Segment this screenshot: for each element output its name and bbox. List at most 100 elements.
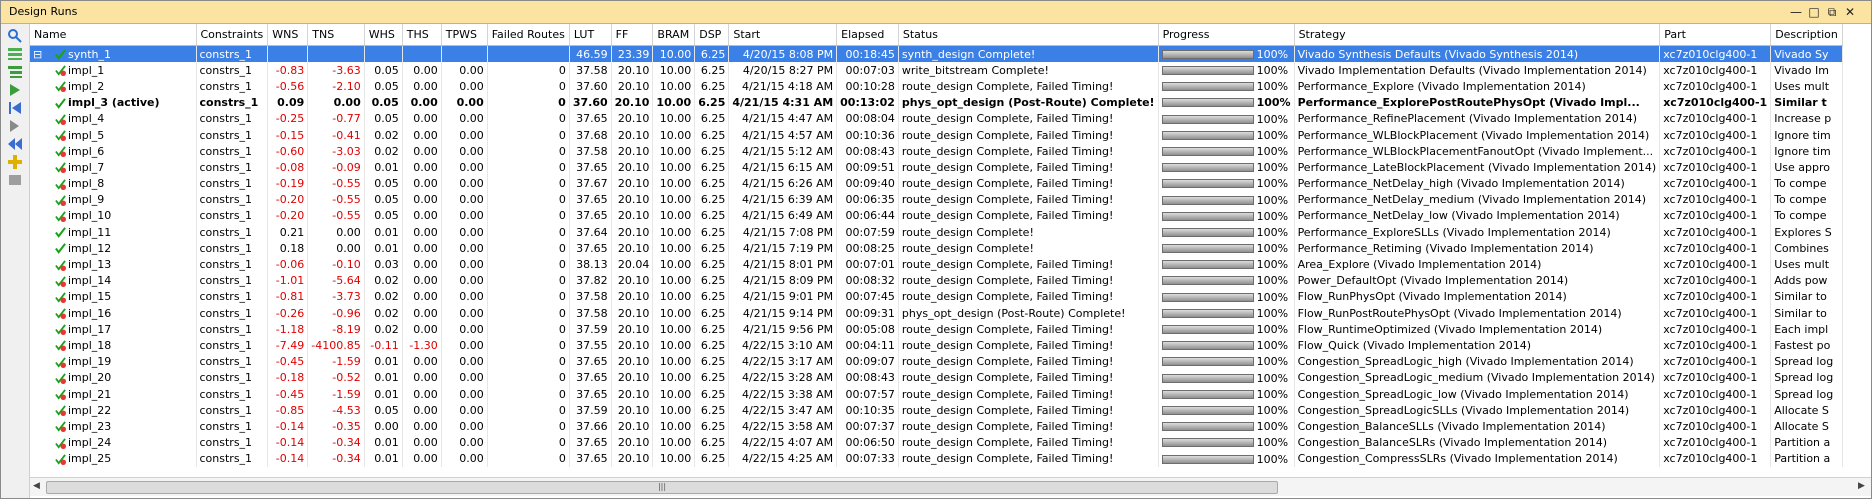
back-icon[interactable]: [7, 136, 23, 152]
run-name-label: impl_9: [68, 193, 105, 207]
maximize-icon[interactable]: □: [1806, 4, 1822, 20]
table-row[interactable]: impl_23 constrs_1 -0.14 -0.35 0.00 0.00 0.00 0 3…: [30, 418, 1843, 435]
first-icon[interactable]: [7, 100, 23, 116]
dsp-cell: 6.25: [694, 175, 730, 192]
column-header-start[interactable]: Start: [728, 24, 838, 46]
status-cell: route_design Complete, Failed Timing!: [898, 353, 1159, 370]
table-row[interactable]: impl_24 constrs_1 -0.14 -0.34 0.01 0.00 0.00 0 3…: [30, 434, 1843, 451]
progress-cell: 100%: [1158, 321, 1295, 338]
column-header-whs[interactable]: WHS: [364, 24, 403, 46]
forward-icon[interactable]: [7, 118, 23, 134]
desc-cell: Fastest po: [1770, 337, 1843, 354]
tns-cell: -0.77: [307, 110, 365, 127]
progress-cell: 100%: [1158, 337, 1295, 354]
table-row[interactable]: impl_14 constrs_1 -1.01 -5.64 0.02 0.00 0.00 0 3…: [30, 272, 1843, 289]
table-row[interactable]: impl_20 constrs_1 -0.18 -0.52 0.01 0.00 0.00 0 3…: [30, 369, 1843, 386]
report-icon[interactable]: [7, 172, 23, 188]
column-header-lut[interactable]: LUT: [569, 24, 612, 46]
column-header-elapsed[interactable]: Elapsed: [836, 24, 899, 46]
scrollbar-thumb[interactable]: |||: [46, 481, 1278, 494]
fr-cell: 0: [487, 78, 570, 95]
progress-cell: 100%: [1158, 288, 1295, 305]
collapse-toggle-icon[interactable]: ⊟: [33, 47, 55, 62]
table-row[interactable]: impl_8 constrs_1 -0.19 -0.55 0.05 0.00 0.00 0 37…: [30, 175, 1843, 192]
column-header-description[interactable]: Description: [1770, 24, 1843, 46]
table-row[interactable]: impl_25 constrs_1 -0.14 -0.34 0.01 0.00 0.00 0 3…: [30, 450, 1843, 467]
whs-cell: 0.02: [364, 143, 403, 160]
ff-cell: 20.10: [611, 110, 654, 127]
wns-cell: -0.15: [267, 126, 309, 144]
run-name-label: impl_8: [68, 177, 105, 191]
part-cell: xc7z010clg400-1: [1659, 369, 1772, 386]
column-header-status[interactable]: Status: [898, 24, 1159, 46]
tns-cell: -0.09: [307, 159, 365, 176]
column-header-ff[interactable]: FF: [611, 24, 654, 46]
cons-cell: constrs_1: [196, 191, 269, 208]
scroll-right-icon[interactable]: ▶: [1858, 481, 1865, 491]
table-row[interactable]: impl_11 constrs_1 0.21 0.00 0.01 0.00 0.00 0 37.…: [30, 224, 1843, 241]
column-header-tpws[interactable]: TPWS: [441, 24, 488, 46]
tpws-cell: 0.00: [441, 175, 488, 192]
dsp-cell: 6.25: [694, 288, 730, 305]
table-row[interactable]: impl_13 constrs_1 -0.06 -0.10 0.03 0.00 0.00 0 3…: [30, 256, 1843, 273]
cons-cell: constrs_1: [196, 385, 269, 403]
table-row[interactable]: impl_15 constrs_1 -0.81 -3.73 0.02 0.00 0.00 0 3…: [30, 288, 1843, 305]
table-row[interactable]: impl_3 (active) constrs_1 0.09 0.00 0.05 0.00…: [30, 94, 1843, 111]
table-row[interactable]: impl_16 constrs_1 -0.26 -0.96 0.02 0.00 0.00 0 3…: [30, 305, 1843, 322]
table-row[interactable]: impl_21 constrs_1 -0.45 -1.59 0.01 0.00 0.00 0 3…: [30, 385, 1843, 403]
horizontal-scrollbar[interactable]: ◀ ||| ▶: [30, 477, 1871, 496]
column-header-progress[interactable]: Progress: [1158, 24, 1295, 46]
ff-cell: 20.10: [611, 369, 654, 386]
ff-cell: 20.10: [611, 385, 654, 403]
column-header-failed-routes[interactable]: Failed Routes: [487, 24, 570, 46]
table-row[interactable]: impl_18 constrs_1 -7.49 -4100.85 -0.11 -1.30 0…: [30, 337, 1843, 354]
column-header-dsp[interactable]: DSP: [694, 24, 730, 46]
progress-bar: [1161, 49, 1254, 59]
table-row[interactable]: impl_4 constrs_1 -0.25 -0.77 0.05 0.00 0.00 0 37…: [30, 110, 1843, 127]
start-cell: 4/22/15 3:17 AM: [728, 353, 838, 370]
fr-cell: 0: [487, 110, 570, 127]
table-row[interactable]: impl_7 constrs_1 -0.08 -0.09 0.01 0.00 0.00 0 37…: [30, 159, 1843, 176]
scroll-left-icon[interactable]: ◀: [33, 481, 40, 491]
progress-cell: 100%: [1158, 402, 1295, 419]
next-icon[interactable]: [7, 82, 23, 98]
column-header-part[interactable]: Part: [1659, 24, 1772, 46]
column-header-name[interactable]: Name: [30, 24, 197, 46]
ths-cell: 0.00: [402, 224, 442, 241]
column-header-wns[interactable]: WNS: [267, 24, 309, 46]
table-row[interactable]: impl_19 constrs_1 -0.45 -1.59 0.01 0.00 0.00 0 3…: [30, 353, 1843, 370]
column-header-strategy[interactable]: Strategy: [1294, 24, 1661, 46]
column-header-constraints[interactable]: Constraints: [196, 24, 269, 46]
wns-cell: -0.14: [267, 434, 309, 451]
close-icon[interactable]: ✕: [1842, 4, 1858, 20]
table-row[interactable]: impl_22 constrs_1 -0.85 -4.53 0.05 0.00 0.00 0 3…: [30, 402, 1843, 419]
column-header-ths[interactable]: THS: [402, 24, 442, 46]
bram-cell: 10.00: [652, 175, 696, 192]
table-row[interactable]: impl_6 constrs_1 -0.60 -3.03 0.02 0.00 0.00 0 37…: [30, 143, 1843, 160]
table-row[interactable]: impl_9 constrs_1 -0.20 -0.55 0.05 0.00 0.00 0 37…: [30, 191, 1843, 208]
column-header-bram[interactable]: BRAM: [652, 24, 696, 46]
ths-cell: 0.00: [402, 110, 442, 127]
minimize-icon[interactable]: —: [1788, 4, 1804, 20]
table-row[interactable]: ⊟ synth_1 constrs_1 46.59 23.39 10.00 6.25 4/20…: [30, 45, 1843, 63]
table-row[interactable]: impl_2 constrs_1 -0.56 -2.10 0.05 0.00 0.00 0 37…: [30, 78, 1843, 95]
add-icon[interactable]: [7, 154, 23, 170]
dsp-cell: 6.25: [694, 337, 730, 354]
run-name-cell: impl_10: [30, 207, 197, 225]
search-icon[interactable]: [7, 28, 23, 44]
dsp-cell: 6.25: [694, 240, 730, 257]
warning-check-icon: [55, 292, 66, 303]
bram-cell: 10.00: [652, 288, 696, 305]
dsp-cell: 6.25: [694, 305, 730, 322]
warning-check-icon: [55, 259, 66, 271]
expand-all-icon[interactable]: [7, 64, 23, 80]
table-row[interactable]: impl_1 constrs_1 -0.83 -3.63 0.05 0.00 0.00 0 37…: [30, 62, 1843, 79]
table-row[interactable]: impl_10 constrs_1 -0.20 -0.55 0.05 0.00 0.00 0 3…: [30, 207, 1843, 225]
part-cell: xc7z010clg400-1: [1659, 434, 1772, 451]
table-row[interactable]: impl_5 constrs_1 -0.15 -0.41 0.02 0.00 0.00 0 37…: [30, 126, 1843, 144]
table-row[interactable]: impl_17 constrs_1 -1.18 -8.19 0.02 0.00 0.00 0 3…: [30, 321, 1843, 338]
collapse-all-icon[interactable]: [7, 46, 23, 62]
table-row[interactable]: impl_12 constrs_1 0.18 0.00 0.01 0.00 0.00 0 37.…: [30, 240, 1843, 257]
column-header-tns[interactable]: TNS: [307, 24, 365, 46]
restore-icon[interactable]: ⧉: [1824, 4, 1840, 20]
